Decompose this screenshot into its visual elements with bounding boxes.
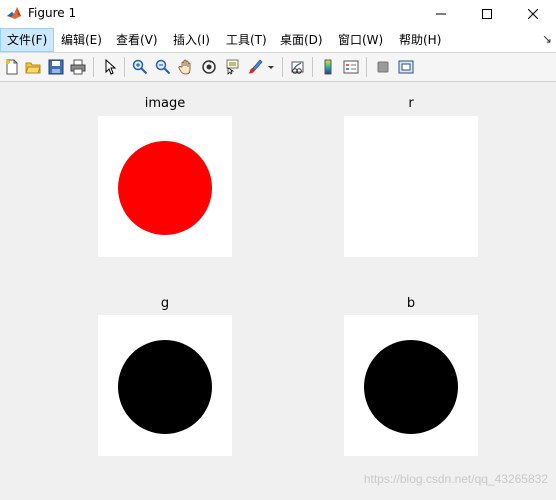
- subplot-title-r: r: [408, 96, 414, 111]
- figure-toolbar: [0, 53, 556, 82]
- menu-window[interactable]: 窗口(W): [332, 28, 389, 52]
- data-cursor-icon[interactable]: [222, 57, 242, 77]
- menu-help[interactable]: 帮助(H): [393, 28, 447, 52]
- maximize-button[interactable]: [464, 0, 510, 28]
- zoom-out-icon[interactable]: [153, 57, 173, 77]
- open-file-icon[interactable]: [23, 57, 43, 77]
- circle-white: [364, 141, 458, 235]
- select-pointer-icon[interactable]: [100, 57, 120, 77]
- menu-tools[interactable]: 工具(T): [220, 28, 273, 52]
- toolbar-separator: [366, 57, 367, 77]
- menu-insert[interactable]: 插入(I): [167, 28, 216, 52]
- subplot-title-image: image: [144, 96, 186, 111]
- toolbar-separator: [312, 57, 313, 77]
- brush-dropdown-icon[interactable]: [265, 57, 277, 77]
- figure-canvas: image r g b https://blog.csdn.net/qq_432…: [0, 82, 556, 500]
- axes-g[interactable]: [98, 315, 232, 456]
- minimize-button[interactable]: [418, 0, 464, 28]
- legend-icon[interactable]: [341, 57, 361, 77]
- brush-icon[interactable]: [245, 57, 265, 77]
- circle-red: [118, 141, 212, 235]
- axes-image[interactable]: [98, 116, 232, 257]
- dock-arrow-icon[interactable]: ↘: [542, 32, 552, 46]
- matlab-logo-icon: [6, 5, 22, 21]
- figure-window: Figure 1 文件(F) 编辑(E) 查看(V) 插入(I) 工具(T) 桌…: [0, 0, 556, 500]
- watermark-text: https://blog.csdn.net/qq_43265832: [363, 472, 548, 486]
- axes-b[interactable]: [344, 315, 478, 456]
- circle-black: [118, 340, 212, 434]
- zoom-in-icon[interactable]: [130, 57, 150, 77]
- axes-r[interactable]: [344, 116, 478, 257]
- menu-view[interactable]: 查看(V): [110, 28, 164, 52]
- new-figure-icon[interactable]: [2, 57, 22, 77]
- maximize-icon: [482, 9, 492, 19]
- circle-black: [364, 340, 458, 434]
- toolbar-separator: [93, 57, 94, 77]
- subplot-title-b: b: [406, 296, 416, 311]
- hide-plot-tools-icon[interactable]: [373, 57, 393, 77]
- toolbar-separator: [124, 57, 125, 77]
- menu-edit[interactable]: 编辑(E): [55, 28, 108, 52]
- close-icon: [528, 9, 538, 19]
- show-plot-tools-icon[interactable]: [396, 57, 416, 77]
- save-icon[interactable]: [46, 57, 66, 77]
- subplot-title-g: g: [160, 296, 170, 311]
- pan-hand-icon[interactable]: [176, 57, 196, 77]
- title-bar: Figure 1: [0, 0, 556, 28]
- print-icon[interactable]: [68, 57, 88, 77]
- toolbar-separator: [282, 57, 283, 77]
- menu-bar: 文件(F) 编辑(E) 查看(V) 插入(I) 工具(T) 桌面(D) 窗口(W…: [0, 28, 556, 53]
- link-plot-icon[interactable]: [288, 57, 308, 77]
- window-title: Figure 1: [28, 6, 77, 20]
- rotate-3d-icon[interactable]: [199, 57, 219, 77]
- close-button[interactable]: [510, 0, 556, 28]
- colorbar-icon[interactable]: [318, 57, 338, 77]
- menu-desktop[interactable]: 桌面(D): [274, 28, 329, 52]
- minimize-icon: [436, 13, 446, 15]
- menu-file[interactable]: 文件(F): [0, 28, 55, 52]
